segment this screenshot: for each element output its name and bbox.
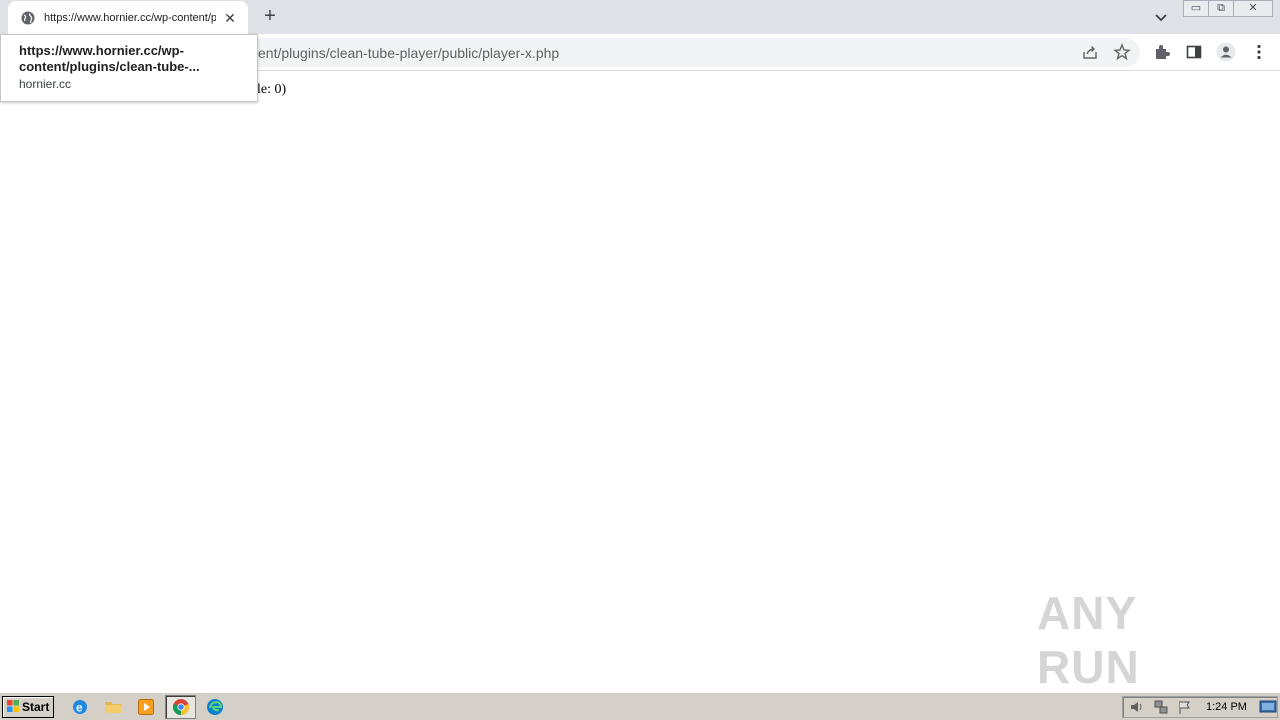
internet-explorer-icon[interactable]: e <box>70 697 90 717</box>
file-explorer-icon[interactable] <box>103 697 123 717</box>
restore-button[interactable]: ⧉ <box>1208 0 1234 17</box>
tooltip-url-line2: content/plugins/clean-tube-... <box>19 59 200 74</box>
taskbar-clock[interactable]: 1:24 PM <box>1206 701 1247 713</box>
extensions-puzzle-icon[interactable] <box>1152 42 1172 62</box>
menu-kebab-icon[interactable] <box>1249 42 1269 62</box>
tooltip-url-line1: https://www.hornier.cc/wp- <box>19 43 184 58</box>
windows-flag-icon <box>6 699 20 716</box>
tab-search-chevron-icon[interactable] <box>1151 7 1171 27</box>
browser-tab[interactable]: https://www.hornier.cc/wp-content/plugin… <box>8 1 248 34</box>
chrome-icon <box>171 697 191 717</box>
tab-strip: https://www.hornier.cc/wp-content/plugin… <box>0 0 1280 34</box>
tab-hover-tooltip: https://www.hornier.cc/wp- content/plugi… <box>0 34 258 102</box>
side-panel-icon[interactable] <box>1184 42 1204 62</box>
start-button[interactable]: Start <box>2 696 54 718</box>
anyrun-watermark-logo: ANY RUN <box>1037 587 1237 693</box>
network-icon[interactable] <box>1151 697 1171 717</box>
volume-icon[interactable] <box>1127 697 1147 717</box>
watermark-text: ANY RUN <box>1037 587 1140 693</box>
bookmark-star-icon[interactable] <box>1112 42 1132 62</box>
show-desktop-icon[interactable] <box>1258 697 1278 717</box>
action-center-flag-icon[interactable] <box>1175 697 1195 717</box>
profile-avatar-icon[interactable] <box>1216 42 1236 62</box>
page-text: le: 0) <box>257 82 287 97</box>
new-tab-button[interactable]: + <box>258 5 282 29</box>
media-player-icon[interactable] <box>136 697 156 717</box>
globe-icon <box>20 10 36 26</box>
taskbar: Start e 1:24 PM <box>0 692 1280 720</box>
minimize-button[interactable]: ▭ <box>1183 0 1209 17</box>
address-bar-url[interactable]: ent/plugins/clean-tube-player/public/pla… <box>258 45 559 61</box>
start-label: Start <box>22 700 50 714</box>
tab-close-icon[interactable]: ✕ <box>222 10 238 26</box>
edge-icon[interactable] <box>205 697 225 717</box>
tooltip-host: hornier.cc <box>19 77 72 91</box>
svg-text:e: e <box>76 701 83 715</box>
share-icon[interactable] <box>1080 42 1100 62</box>
tab-title: https://www.hornier.cc/wp-content/plugin… <box>44 11 216 24</box>
close-window-button[interactable]: ✕ <box>1233 0 1273 17</box>
